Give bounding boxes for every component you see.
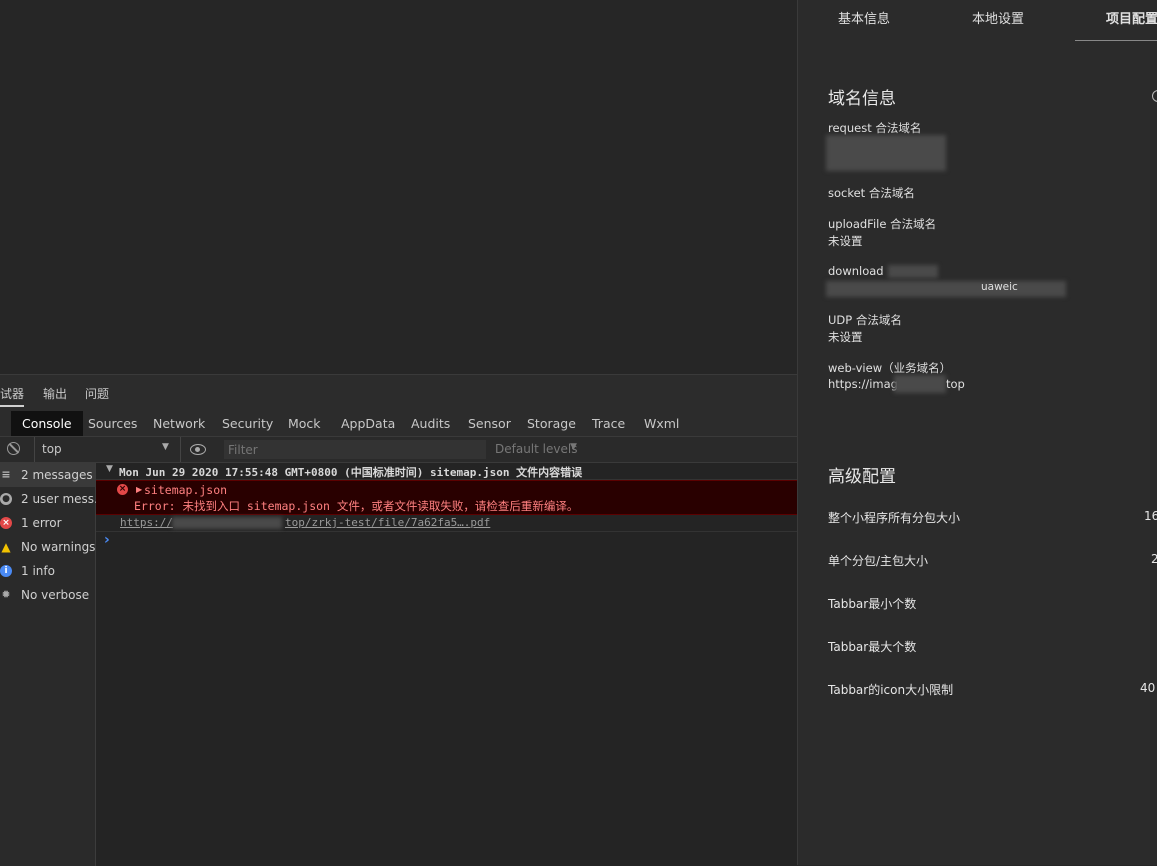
tab-console[interactable]: Console [11, 411, 83, 436]
verbose-icon: ✹ [1, 588, 11, 601]
redacted-blur [894, 375, 946, 393]
console-prompt[interactable]: › [104, 532, 110, 548]
console-group-header[interactable]: ▼ Mon Jun 29 2020 17:55:48 GMT+0800 (中国标… [96, 463, 797, 480]
row-label-single-package: 单个分包/主包大小 [828, 554, 929, 568]
group-header-text: Mon Jun 29 2020 17:55:48 GMT+0800 (中国标准时… [119, 466, 583, 479]
refresh-icon[interactable] [1152, 90, 1157, 102]
clear-console-icon[interactable] [7, 442, 20, 455]
tab-security[interactable]: Security [214, 411, 281, 436]
field-value-uploadfile: 未设置 [828, 234, 863, 248]
list-icon: ≡ [1, 468, 11, 481]
chevron-down-icon[interactable]: ▼ [162, 442, 169, 452]
console-output: ▼ Mon Jun 29 2020 17:55:48 GMT+0800 (中国标… [96, 463, 797, 866]
section-title-domain: 域名信息 [828, 89, 896, 109]
tab-audits[interactable]: Audits [403, 411, 458, 436]
tab-storage[interactable]: Storage [519, 411, 584, 436]
field-label-udp: UDP 合法域名 [828, 313, 902, 327]
triangle-right-icon[interactable]: ▶ [136, 485, 142, 494]
tab-appdata[interactable]: AppData [333, 411, 403, 436]
log-link-prefix[interactable]: https:// [120, 516, 173, 529]
tab-sources[interactable]: Sources [80, 411, 145, 436]
section-title-advanced: 高级配置 [828, 467, 896, 487]
eye-icon[interactable] [190, 444, 206, 455]
tab-mock[interactable]: Mock [280, 411, 329, 436]
tab-output[interactable]: 输出 [43, 385, 67, 402]
field-label-webview: web-view（业务域名） [828, 361, 952, 375]
devtools-panel-tabs: Console Sources Network Security Mock Ap… [0, 411, 797, 437]
log-link[interactable]: top/zrkj-test/file/7a62fa5….pdf [285, 516, 490, 529]
field-value-download: uaweic [981, 281, 1018, 293]
sidebar-item-verbose[interactable]: ✹ No verbose [0, 583, 95, 607]
tab-problems[interactable]: 问题 [85, 385, 109, 402]
row-value-single-package: 2 [1151, 552, 1157, 566]
sidebar-item-errors[interactable]: × 1 error [0, 511, 95, 535]
tab-local-settings[interactable]: 本地设置 [972, 8, 1024, 27]
sidebar-item-messages[interactable]: ≡ 2 messages [0, 463, 95, 487]
warning-icon: ▲ [1, 540, 11, 554]
row-label-tabbar-max: Tabbar最大个数 [828, 640, 917, 654]
row-value-tabbar-icon-limit: 40 [1140, 681, 1156, 695]
levels-select[interactable]: Default levels [495, 442, 577, 456]
field-label-download: download [828, 264, 884, 278]
row-label-total-package: 整个小程序所有分包大小 [828, 511, 961, 525]
error-icon: × [0, 517, 12, 529]
field-label-uploadfile: uploadFile 合法域名 [828, 217, 937, 231]
row-value-total-package: 16 [1144, 509, 1157, 523]
console-sidebar: ≡ 2 messages ● 2 user mess… × 1 error ▲ … [0, 463, 106, 866]
filter-input[interactable] [224, 440, 486, 459]
user-icon: ● [0, 493, 12, 505]
console-log-link-row: https:// top/zrkj-test/file/7a62fa5….pdf [96, 514, 797, 532]
toolbar-divider [34, 437, 35, 462]
triangle-down-icon[interactable]: ▼ [106, 464, 113, 474]
console-error-message: × ▶ sitemap.json Error: 未找到入口 sitemap.js… [96, 480, 797, 515]
sidebar-item-warnings[interactable]: ▲ No warnings [0, 535, 95, 559]
error-detail: Error: 未找到入口 sitemap.json 文件，或者文件读取失败，请检… [134, 499, 579, 513]
redacted-blur [826, 135, 946, 171]
devtools-panel: 试器 输出 问题 Console Sources Network Securit… [0, 374, 797, 866]
project-settings-panel: 基本信息 本地设置 项目配置 域名信息 request 合法域名 socket … [797, 0, 1157, 865]
field-value-udp: 未设置 [828, 330, 863, 344]
info-icon: i [0, 565, 12, 577]
error-title[interactable]: sitemap.json [144, 483, 227, 497]
field-label-socket: socket 合法域名 [828, 186, 915, 200]
redacted-blur [888, 265, 938, 278]
redacted-blur [826, 281, 1066, 297]
row-label-tabbar-min: Tabbar最小个数 [828, 597, 917, 611]
row-label-tabbar-icon-limit: Tabbar的icon大小限制 [828, 683, 954, 697]
sidebar-item-user-messages[interactable]: ● 2 user mess… [0, 487, 106, 511]
sidebar-item-info[interactable]: i 1 info [0, 559, 95, 583]
redacted-blur [172, 517, 282, 529]
field-label-request: request 合法域名 [828, 121, 922, 135]
console-toolbar: top ▼ Default levels ▼ [0, 437, 797, 463]
tab-network[interactable]: Network [145, 411, 213, 436]
tab-sensor[interactable]: Sensor [460, 411, 519, 436]
tab-wxml[interactable]: Wxml [636, 411, 687, 436]
tab-trace[interactable]: Trace [584, 411, 633, 436]
chevron-down-icon[interactable]: ▼ [570, 442, 577, 452]
tab-basic-info[interactable]: 基本信息 [838, 8, 890, 27]
context-select[interactable]: top [42, 442, 62, 456]
tab-debugger[interactable]: 试器 [0, 385, 24, 402]
error-icon: × [117, 484, 128, 495]
tab-project-config[interactable]: 项目配置 [1106, 8, 1157, 27]
active-tab-underline [1075, 40, 1157, 41]
toolbar-divider [180, 437, 181, 462]
simulator-preview [0, 0, 797, 374]
active-tab-underline [0, 405, 24, 407]
field-value-webview-suffix: top [946, 377, 965, 391]
devtools-top-tabs: 试器 输出 问题 [0, 375, 797, 411]
